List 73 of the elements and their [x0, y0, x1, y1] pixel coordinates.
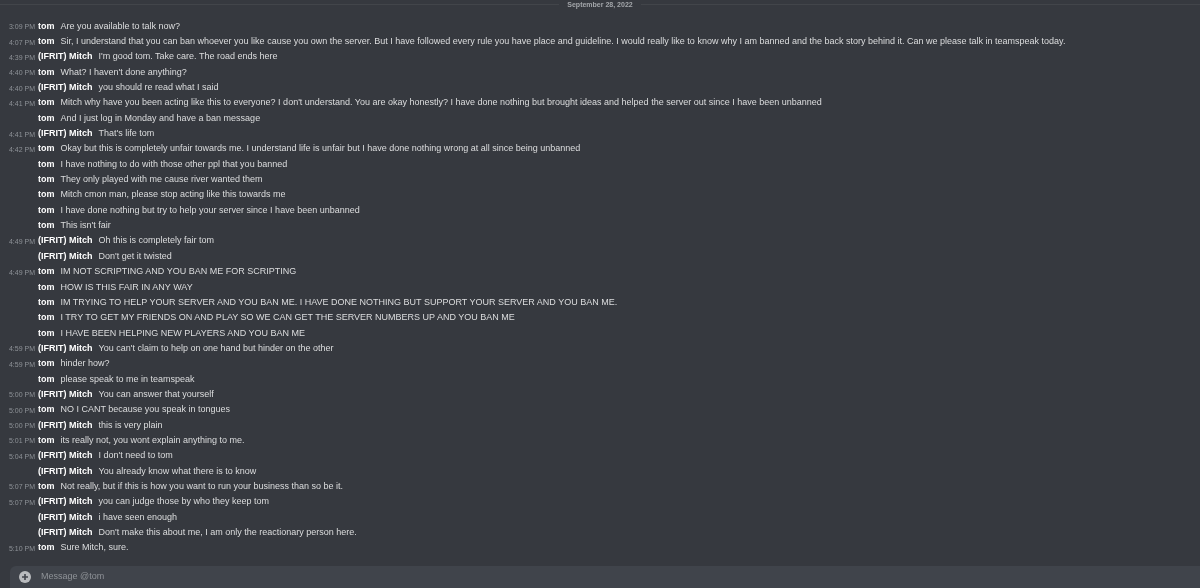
message-text: You can't claim to help on one hand but hinder on the other [98, 341, 334, 354]
author-name[interactable]: tom [38, 35, 55, 47]
message-text: you should re read what I said [98, 81, 219, 94]
author-name[interactable]: tom [38, 265, 55, 278]
message-text: Don't make this about me, I am only the reactionary person here. [98, 526, 357, 538]
author-name[interactable]: tom [38, 372, 55, 385]
author-name[interactable]: tom [38, 480, 55, 492]
message-text: Sir, I understand that you can ban whoever you like cause you own the server. But I have followed every rule you have place and guideline. I would really like to know why I am banned and the back story behind it. Can we please talk in teamspeak today. [60, 35, 1066, 47]
author-name[interactable]: tom [38, 311, 55, 324]
message-text: I HAVE BEEN HELPING NEW PLAYERS AND YOU BAN ME [60, 326, 306, 339]
author-name[interactable]: tom [38, 280, 55, 293]
message-text: NO I CANT because you speak in tongues [60, 403, 230, 416]
author-name[interactable]: tom [38, 203, 55, 216]
author-name[interactable]: tom [38, 219, 55, 232]
author-name[interactable]: (IFRIT) Mitch [38, 50, 93, 63]
author-name[interactable]: tom [38, 541, 55, 554]
author-name[interactable]: (IFRIT) Mitch [38, 249, 93, 262]
message-text: You can answer that yourself [98, 387, 214, 400]
message-text: Okay but this is completely unfair towards me. I understand life is unfair but I have done nothing wrong at all since being unbanned [60, 142, 581, 155]
author-name[interactable]: tom [38, 65, 55, 78]
add-icon[interactable] [19, 571, 31, 583]
author-name[interactable]: tom [38, 188, 55, 201]
author-name[interactable]: tom [38, 111, 55, 124]
author-name[interactable]: tom [38, 142, 55, 155]
message-text: Oh this is completely fair tom [98, 234, 215, 247]
message-bar[interactable]: Message @tom [10, 566, 1200, 588]
message-text: I have done nothing but try to help your server since I have been unbanned [60, 203, 360, 216]
author-name[interactable]: (IFRIT) Mitch [38, 418, 93, 431]
author-name[interactable]: (IFRIT) Mitch [38, 449, 93, 462]
message-text: I have nothing to do with those other ppl that you banned [60, 157, 288, 170]
message-text: And I just log in Monday and have a ban message [60, 111, 261, 124]
message-text: IM TRYING TO HELP YOUR SERVER AND YOU BAN ME. I HAVE DONE NOTHING BUT SUPPORT YOUR SERVER AND YOU BAN ME. [60, 295, 618, 308]
message-text: HOW IS THIS FAIR IN ANY WAY [60, 280, 193, 293]
message-text: its really not, you wont explain anything to me. [60, 433, 245, 446]
message-text: Not really, but if this is how you want to run your business than so be it. [60, 480, 343, 492]
author-name[interactable]: tom [38, 96, 55, 109]
author-name[interactable]: tom [38, 173, 55, 186]
message-text: Are you available to talk now? [60, 19, 181, 32]
author-name[interactable]: tom [38, 357, 55, 370]
author-name[interactable]: (IFRIT) Mitch [38, 127, 93, 140]
message-text: I don't need to tom [98, 449, 173, 462]
message-text: please speak to me in teamspeak [60, 372, 195, 385]
message-text: I'm good tom. Take care. The road ends here [98, 50, 278, 63]
author-name[interactable]: tom [38, 19, 55, 32]
author-name[interactable]: (IFRIT) Mitch [38, 234, 93, 247]
author-name[interactable]: tom [38, 433, 55, 446]
message-text: They only played with me cause river wanted them [60, 173, 263, 186]
message-text: hinder how? [60, 357, 110, 370]
author-name[interactable]: tom [38, 157, 55, 170]
message-text: That's life tom [98, 127, 155, 140]
message-text: i have seen enough [98, 510, 178, 523]
author-name[interactable]: (IFRIT) Mitch [38, 526, 93, 538]
author-name[interactable]: (IFRIT) Mitch [38, 341, 93, 354]
message-text: this is very plain [98, 418, 163, 431]
message-text: You already know what there is to know [98, 464, 257, 477]
message-text: Mitch cmon man, please stop acting like this towards me [60, 188, 286, 201]
author-name[interactable]: tom [38, 295, 55, 308]
message-text: What? I haven't done anything? [60, 65, 187, 78]
author-name[interactable]: (IFRIT) Mitch [38, 510, 93, 523]
message-field[interactable]: Message @tom [39, 569, 1200, 585]
message-text: you can judge those by who they keep tom [98, 495, 270, 508]
author-name[interactable]: (IFRIT) Mitch [38, 464, 93, 477]
author-name[interactable]: tom [38, 326, 55, 339]
author-name[interactable]: (IFRIT) Mitch [38, 81, 93, 94]
message-text: Don't get it twisted [98, 249, 172, 262]
message-text: This isn't fair [60, 219, 111, 232]
message-text: Sure Mitch, sure. [60, 541, 129, 554]
author-name[interactable]: (IFRIT) Mitch [38, 387, 93, 400]
message-text: I TRY TO GET MY FRIENDS ON AND PLAY SO WE CAN GET THE SERVER NUMBERS UP AND YOU BAN ME [60, 311, 515, 324]
message-text: Mitch why have you been acting like this to everyone? I don't understand. You are okay honestly? I have done nothing but brought ideas and helped the server out since I have been unbanned [60, 96, 822, 109]
author-name[interactable]: (IFRIT) Mitch [38, 495, 93, 508]
author-name[interactable]: tom [38, 403, 55, 416]
message-text: IM NOT SCRIPTING AND YOU BAN ME FOR SCRIPTING [60, 265, 297, 278]
